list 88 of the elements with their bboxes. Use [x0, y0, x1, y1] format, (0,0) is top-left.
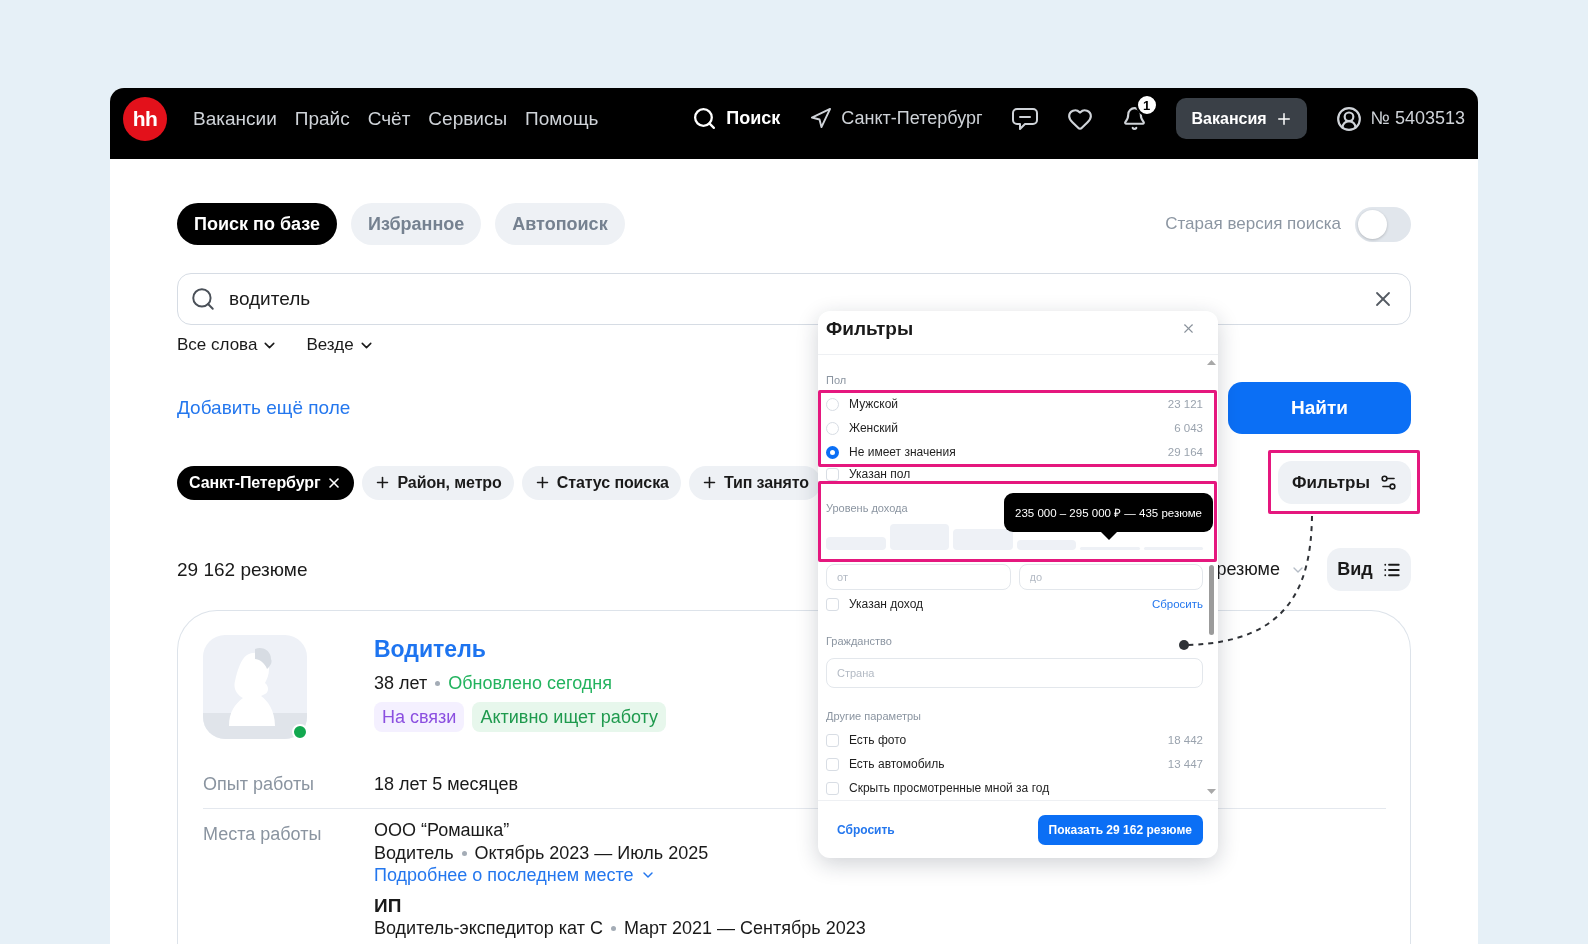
reset-link[interactable]: Сбросить [1151, 598, 1203, 610]
add-filter-chip[interactable]: Статус поиска [521, 465, 681, 500]
checkbox[interactable] [826, 757, 839, 771]
status-tag: На связи [374, 702, 465, 732]
period-text: Октябрь 2023 — Июль 2025 [474, 842, 709, 864]
sliders-icon [1379, 473, 1398, 492]
option-count: 29 164 [1167, 446, 1203, 458]
nav-link[interactable]: Счёт [367, 107, 411, 130]
nav-link[interactable]: Вакансии [193, 107, 277, 130]
tab[interactable]: Автопоиск [495, 203, 625, 245]
radio-button[interactable] [826, 445, 839, 459]
search-input[interactable]: водитель [229, 288, 1358, 310]
option-count: 6 043 [1174, 422, 1203, 434]
toggle-label: Старая версия поиска [1165, 214, 1341, 234]
account-link[interactable]: № 5403513 [1335, 105, 1465, 132]
option-label: Указан пол [849, 467, 911, 481]
company-name: ИП [374, 894, 402, 917]
scroll-down-icon[interactable] [1206, 789, 1216, 794]
option-label: Есть фото [849, 733, 907, 747]
updated-text: Обновлено сегодня [448, 672, 613, 694]
income-to-field[interactable]: до [1018, 564, 1203, 590]
section-label: Гражданство [826, 635, 892, 648]
resume-title-link[interactable]: Водитель [374, 635, 486, 663]
nav-link[interactable]: Сервисы [428, 107, 508, 130]
notification-badge: 1 [1135, 94, 1158, 116]
checkbox[interactable] [826, 597, 839, 611]
filter-chip[interactable]: Санкт-Петербург [177, 465, 355, 500]
chat-icon [1011, 106, 1038, 131]
checkbox[interactable] [826, 467, 839, 481]
filters-button[interactable]: Фильтры [1278, 461, 1411, 504]
post-vacancy-button[interactable]: Вакансия [1175, 98, 1307, 139]
close-button[interactable] [1181, 321, 1196, 336]
scrollbar-thumb[interactable] [1208, 565, 1214, 635]
view-button[interactable]: Вид [1327, 548, 1411, 591]
search-icon [692, 106, 718, 131]
results-count: 29 162 резюме [177, 558, 308, 581]
section-label: Другие параметры [826, 710, 921, 723]
section-label: Пол [826, 374, 847, 387]
country-field[interactable]: Страна [826, 658, 1203, 688]
user-icon [1335, 105, 1362, 132]
dropdown[interactable]: Все слова [177, 335, 279, 355]
tab[interactable]: Поиск по базе [177, 203, 337, 245]
company-name: ООО “Ромашка” [374, 819, 510, 842]
field-label: Опыт работы [203, 773, 315, 795]
option-count: 13 447 [1167, 758, 1203, 770]
option-label: Указан доход [849, 597, 924, 611]
option-label: Мужской [849, 397, 899, 411]
tooltip: 235 000 – 295 000 ₽ — 435 резюме [1004, 493, 1213, 541]
reset-link[interactable]: Сбросить [837, 822, 895, 837]
dropdown[interactable]: Везде [306, 335, 375, 355]
close-icon [1181, 321, 1196, 336]
location-arrow-icon [809, 107, 833, 130]
histogram-bar [953, 529, 1013, 550]
logo[interactable]: hh [123, 96, 167, 141]
field-value: 18 лет 5 месяцев [374, 773, 518, 795]
add-filter-chip[interactable]: Район, метро [362, 465, 514, 500]
find-button[interactable]: Найти [1228, 382, 1411, 434]
status-tag: Активно ищет работу [472, 702, 667, 732]
separator-dot-icon [610, 925, 616, 931]
position-text: Водитель-экспедитор кат С [374, 917, 603, 939]
nav-link[interactable]: Прайс [294, 107, 350, 130]
option-label: Женский [849, 421, 898, 435]
option-label: Есть автомобиль [849, 757, 945, 771]
separator-dot-icon [435, 680, 441, 686]
option-count: 18 442 [1167, 734, 1203, 746]
section-label: Уровень дохода [826, 502, 908, 515]
income-from-field[interactable]: от [826, 564, 1011, 590]
city-link[interactable]: Санкт-Петербург [809, 107, 983, 130]
chat-button[interactable] [1011, 106, 1038, 131]
separator-dot-icon [461, 850, 467, 856]
details-link[interactable]: Подробнее о последнем месте [374, 864, 656, 886]
field-label: Места работы [203, 823, 322, 846]
checkbox[interactable] [826, 781, 839, 795]
option-count: 23 121 [1167, 398, 1203, 410]
period-text: Март 2021 — Сентябрь 2023 [623, 917, 866, 939]
option-label: Не имеет значения [849, 445, 956, 459]
checkbox[interactable] [826, 733, 839, 747]
scroll-up-icon[interactable] [1206, 360, 1216, 365]
option-label: Скрыть просмотренные мной за год [849, 781, 1050, 795]
search-link[interactable]: Поиск [692, 106, 781, 131]
age-text: 38 лет [374, 672, 428, 694]
position-text: Водитель [374, 842, 454, 864]
nav-link[interactable]: Помощь [525, 107, 599, 130]
tab[interactable]: Избранное [350, 203, 482, 245]
add-field-link[interactable]: Добавить ещё поле [177, 397, 351, 419]
show-results-button[interactable]: Показать 29 162 резюме [1037, 814, 1203, 845]
search-icon [190, 286, 216, 312]
toggle-switch[interactable] [1355, 206, 1411, 242]
